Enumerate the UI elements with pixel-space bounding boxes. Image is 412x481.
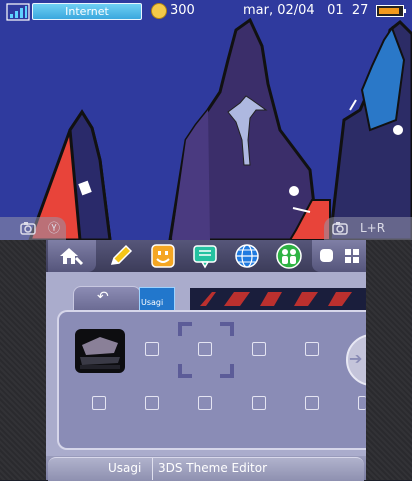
empty-app-slot[interactable] bbox=[358, 396, 366, 410]
back-arrow-icon: ↶ bbox=[97, 289, 109, 305]
empty-app-slot[interactable] bbox=[198, 342, 212, 356]
l-r-button-label: L+R bbox=[360, 221, 386, 235]
home-settings-button[interactable] bbox=[48, 240, 96, 272]
selected-app-mini-label: Usagi bbox=[141, 298, 164, 307]
scroll-right-button[interactable]: ➔ bbox=[346, 330, 366, 392]
app-title: 3DS Theme Editor bbox=[158, 461, 268, 475]
pencil-icon[interactable] bbox=[107, 242, 135, 270]
globe-icon[interactable] bbox=[233, 242, 261, 270]
y-button-label: Ⓨ bbox=[48, 221, 61, 235]
signal-bars-icon bbox=[6, 3, 30, 21]
speech-bubble-icon[interactable] bbox=[191, 242, 219, 270]
battery-icon bbox=[376, 5, 406, 17]
camera-shortcut-left[interactable]: Ⓨ bbox=[0, 217, 66, 240]
camera-icon bbox=[332, 222, 348, 235]
view-toggle[interactable] bbox=[312, 240, 366, 272]
arrow-right-icon: ➔ bbox=[349, 349, 363, 368]
empty-app-slot[interactable] bbox=[92, 396, 106, 410]
app-short-title: Usagi bbox=[108, 461, 142, 475]
empty-app-slot[interactable] bbox=[198, 396, 212, 410]
empty-app-slot[interactable] bbox=[305, 396, 319, 410]
empty-app-slot[interactable] bbox=[252, 342, 266, 356]
connection-status: Internet bbox=[32, 3, 142, 20]
circle-view-icon[interactable] bbox=[320, 249, 333, 262]
empty-app-slot[interactable] bbox=[145, 396, 159, 410]
empty-app-slot[interactable] bbox=[145, 342, 159, 356]
banner-art bbox=[190, 288, 366, 310]
empty-app-slot[interactable] bbox=[252, 396, 266, 410]
empty-app-slot[interactable] bbox=[305, 342, 319, 356]
grid-view-icon[interactable] bbox=[345, 249, 359, 263]
top-screen-wallpaper bbox=[0, 0, 412, 240]
selected-app-icon[interactable] bbox=[74, 327, 126, 375]
smiley-icon[interactable] bbox=[149, 242, 177, 270]
tab-divider bbox=[152, 458, 153, 480]
play-coin-icon bbox=[151, 3, 167, 19]
home-settings-icon bbox=[60, 248, 84, 266]
camera-shortcut-right[interactable]: L+R bbox=[324, 217, 412, 240]
coin-count: 300 bbox=[170, 3, 195, 18]
camera-icon bbox=[20, 222, 36, 235]
app-banner bbox=[190, 288, 366, 310]
status-bar: Internet 300 mar, 02/04 01 27 bbox=[0, 0, 412, 24]
friends-icon[interactable] bbox=[275, 242, 303, 270]
wallpaper-scene bbox=[0, 0, 412, 240]
date-time: mar, 02/04 01 27 bbox=[243, 3, 369, 18]
